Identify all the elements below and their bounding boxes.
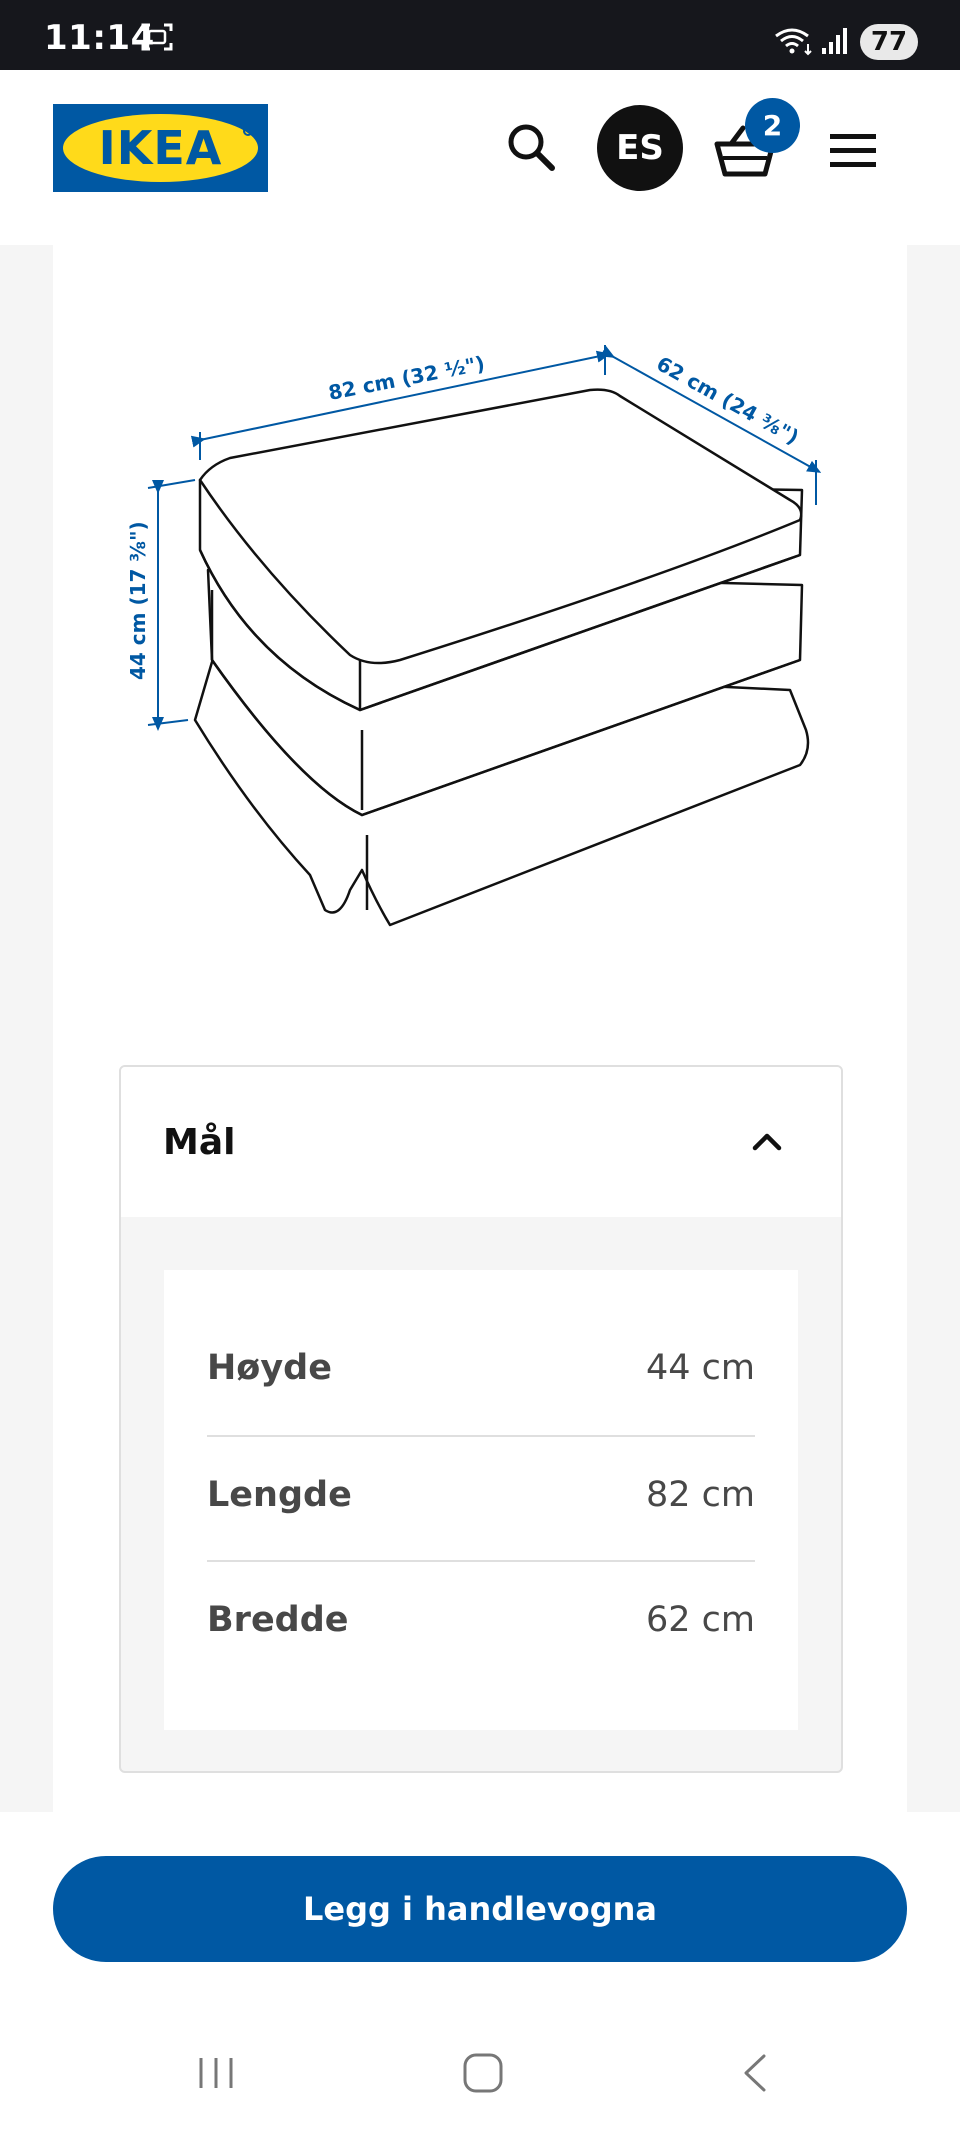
- dimension-row-width: Bredde 62 cm: [207, 1560, 755, 1685]
- recent-apps-icon[interactable]: [195, 2052, 237, 2094]
- battery-indicator: 77: [860, 24, 918, 60]
- dimensions-accordion-header[interactable]: Mål: [121, 1067, 841, 1217]
- dimensions-accordion: Mål Høyde 44 cm Lengde 82 cm Bredde 62 c…: [119, 1065, 843, 1773]
- site-header: IKEA ES 2: [0, 70, 960, 245]
- accordion-title: Mål: [163, 1122, 236, 1163]
- signal-icon: [822, 28, 847, 54]
- footstool-dimension-drawing: 82 cm (32 ½") 62 cm (24 ⅜") 44 cm (17 ⅜"…: [126, 345, 822, 927]
- dimension-label: Lengde: [207, 1475, 352, 1515]
- logo-text: IKEA: [98, 121, 223, 175]
- dimension-row-length: Lengde 82 cm: [207, 1435, 755, 1560]
- home-icon[interactable]: [462, 2052, 504, 2094]
- system-navigation-bar: [0, 2010, 960, 2133]
- dimension-label: Bredde: [207, 1600, 349, 1640]
- dimension-row-height: Høyde 44 cm: [207, 1310, 755, 1435]
- add-to-cart-button[interactable]: Legg i handlevogna: [53, 1856, 907, 1962]
- status-time: 11:14: [44, 18, 155, 58]
- hamburger-menu-icon[interactable]: [828, 130, 878, 170]
- chevron-up-icon[interactable]: [747, 1122, 787, 1162]
- registered-mark-icon: [243, 126, 253, 136]
- dimension-value: 44 cm: [646, 1348, 755, 1388]
- dimensions-table: Høyde 44 cm Lengde 82 cm Bredde 62 cm: [164, 1270, 798, 1730]
- wifi-icon: [775, 28, 812, 56]
- dimension-value: 82 cm: [646, 1475, 755, 1515]
- dimension-value: 62 cm: [646, 1600, 755, 1640]
- cart-count-badge: 2: [745, 98, 800, 153]
- screenshot-icon: [141, 23, 173, 51]
- dimension-label: Høyde: [207, 1348, 332, 1388]
- height-dimension-label: 44 cm (17 ⅜"): [126, 521, 150, 680]
- user-avatar-button[interactable]: ES: [597, 105, 683, 191]
- search-icon[interactable]: [502, 118, 562, 178]
- ikea-logo[interactable]: IKEA: [53, 104, 268, 192]
- back-icon[interactable]: [738, 2052, 772, 2094]
- status-bar: 11:14 77: [0, 0, 960, 70]
